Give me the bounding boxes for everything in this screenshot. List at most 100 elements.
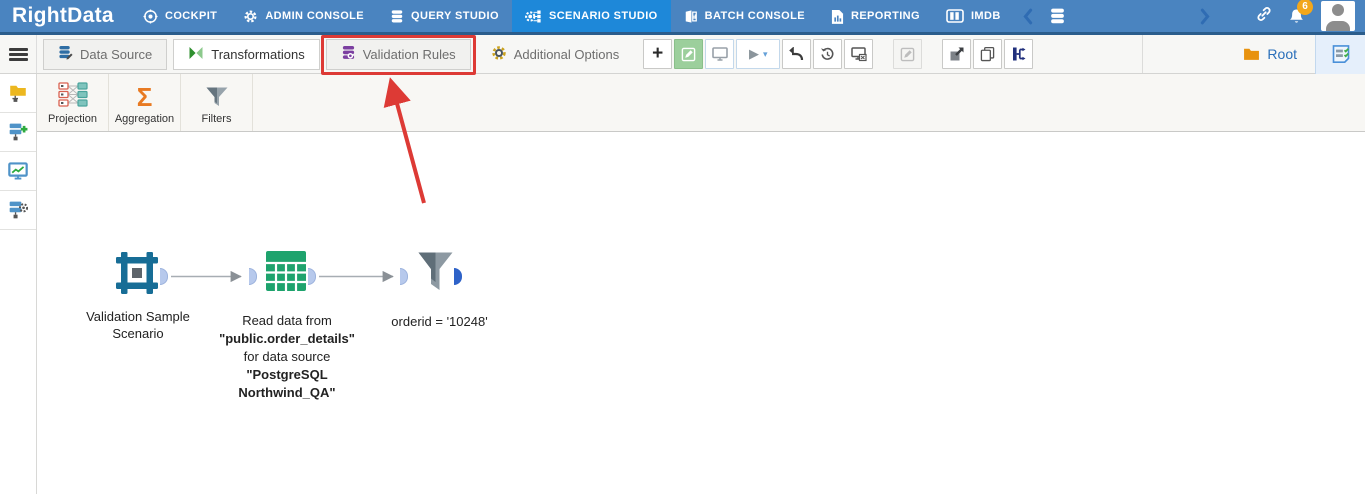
- transformation-palette: Projection Σ Aggregation Filters: [37, 74, 1365, 132]
- tab-transformations[interactable]: Transformations: [173, 38, 320, 70]
- gear-icon: [243, 9, 258, 24]
- main-area: Projection Σ Aggregation Filters Validat…: [0, 74, 1365, 494]
- chevron-right-icon[interactable]: [1192, 0, 1219, 32]
- validation-summary-button[interactable]: [1315, 34, 1365, 74]
- projection-icon: [57, 82, 88, 107]
- filter-funnel-icon: [206, 87, 227, 106]
- nav-imdb[interactable]: IMDB: [933, 0, 1014, 32]
- chart-monitor-icon: [8, 162, 28, 180]
- preview-button[interactable]: [705, 39, 735, 69]
- app-logo[interactable]: RightData: [0, 0, 130, 32]
- nav-query-studio[interactable]: QUERY STUDIO: [377, 0, 512, 32]
- tab-data-source[interactable]: Data Source: [43, 38, 168, 70]
- edit-icon: [681, 47, 696, 61]
- node2-label: Read data from "public.order_details" fo…: [219, 313, 355, 400]
- toolbar-buttons: + ▶ ▾: [643, 39, 1034, 69]
- server-plus-icon: [9, 123, 28, 141]
- scenario-content: Projection Σ Aggregation Filters Validat…: [37, 74, 1365, 494]
- nav-label: REPORTING: [850, 10, 920, 22]
- folder-tree-icon: [10, 85, 26, 102]
- database-stack-icon[interactable]: [1041, 0, 1074, 32]
- flow-canvas[interactable]: Validation Sample Scenario Read data fro…: [37, 132, 1365, 493]
- nav-admin-console[interactable]: ADMIN CONSOLE: [230, 0, 377, 32]
- run-dropdown-caret-icon[interactable]: ▾: [763, 49, 768, 60]
- validation-rules-db-icon: [341, 45, 356, 63]
- root-label: Root: [1267, 46, 1297, 62]
- nav-batch-console[interactable]: BATCH CONSOLE: [671, 0, 818, 32]
- imdb-icon: [946, 9, 964, 23]
- palette-label: Aggregation: [114, 113, 175, 125]
- undo-icon: [789, 46, 804, 60]
- checklist-note-icon: [1332, 45, 1349, 63]
- filter-node-icon[interactable]: [417, 251, 454, 292]
- nav-cockpit[interactable]: COCKPIT: [130, 0, 230, 32]
- node1-label: Validation Sample Scenario: [86, 309, 190, 341]
- node2-output-port[interactable]: [308, 268, 316, 285]
- external-link-icon: [950, 47, 964, 61]
- node1-output-port[interactable]: [160, 268, 168, 285]
- edit-button[interactable]: [674, 39, 704, 69]
- user-avatar[interactable]: [1321, 1, 1355, 31]
- toolbar-right-cluster: Root: [1142, 34, 1365, 74]
- tab-label: Additional Options: [513, 46, 620, 62]
- history-icon: [821, 47, 834, 60]
- top-navigation-bar: RightData COCKPIT ADMIN CONSOLE QUERY ST…: [0, 0, 1365, 35]
- transformations-icon: [188, 46, 204, 63]
- tab-additional-options[interactable]: Additional Options: [477, 39, 634, 70]
- open-external-button[interactable]: [942, 39, 972, 69]
- chevron-left-icon[interactable]: [1014, 0, 1041, 32]
- read-table-node-icon[interactable]: [265, 250, 307, 292]
- nav-label: SCENARIO STUDIO: [548, 10, 658, 22]
- palette-label: Filters: [201, 113, 232, 125]
- nav-label: COCKPIT: [165, 10, 218, 22]
- undo-button[interactable]: [782, 39, 812, 69]
- notifications-bell[interactable]: 6: [1288, 0, 1313, 25]
- sidebar-open-scenario-button[interactable]: [0, 74, 36, 113]
- scenario-toolbar: Data Source Transformations Validation R…: [0, 34, 1365, 204]
- tab-label: Validation Rules: [362, 46, 456, 62]
- palette-projection[interactable]: Projection: [37, 74, 109, 131]
- nav-label: IMDB: [970, 10, 1001, 22]
- monitor-icon: [711, 47, 728, 61]
- history-button[interactable]: [813, 39, 843, 69]
- batch-console-icon: [684, 9, 698, 24]
- notification-badge: 6: [1297, 0, 1313, 15]
- hamburger-icon: [8, 47, 28, 61]
- node3-input-port[interactable]: [400, 268, 408, 285]
- copy-icon: [980, 46, 995, 62]
- lineage-tree-button[interactable]: [1004, 39, 1034, 69]
- node3-output-port[interactable]: [454, 268, 462, 285]
- execution-results-button[interactable]: [844, 39, 874, 69]
- root-folder-selector[interactable]: Root: [1143, 46, 1315, 62]
- nav-label: BATCH CONSOLE: [704, 10, 805, 22]
- topbar-right-cluster: 6: [1256, 0, 1365, 32]
- add-button[interactable]: +: [643, 39, 673, 69]
- palette-label: Projection: [48, 113, 97, 125]
- tree-branch-icon: [1012, 47, 1026, 61]
- folder-icon: [1244, 48, 1260, 60]
- tab-validation-rules[interactable]: Validation Rules: [320, 34, 476, 204]
- run-button[interactable]: ▶ ▾: [736, 39, 781, 69]
- edit-icon: [900, 47, 915, 61]
- palette-aggregation[interactable]: Σ Aggregation: [109, 74, 181, 131]
- sigma-icon: Σ: [136, 82, 153, 112]
- avatar-head: [1332, 4, 1344, 16]
- database-icon: [390, 9, 404, 24]
- play-icon: ▶: [748, 46, 759, 61]
- nav-reporting[interactable]: REPORTING: [818, 0, 933, 32]
- nav-label: ADMIN CONSOLE: [265, 10, 365, 22]
- node3-label: orderid = '10248': [391, 314, 488, 329]
- screen-results-icon: [850, 46, 867, 61]
- node2-input-port[interactable]: [249, 268, 257, 285]
- palette-filters[interactable]: Filters: [181, 74, 253, 131]
- sidebar-scenario-settings-button[interactable]: [0, 191, 36, 230]
- reporting-icon: [831, 9, 844, 24]
- sidebar-results-chart-button[interactable]: [0, 152, 36, 191]
- link-icon[interactable]: [1256, 6, 1272, 27]
- sidebar-add-scenario-button[interactable]: [0, 113, 36, 152]
- copy-button[interactable]: [973, 39, 1003, 69]
- scenario-node-icon[interactable]: [115, 251, 159, 295]
- nav-scenario-studio[interactable]: SCENARIO STUDIO: [511, 0, 671, 32]
- menu-toggle-button[interactable]: [0, 35, 37, 73]
- tab-label: Transformations: [211, 46, 305, 62]
